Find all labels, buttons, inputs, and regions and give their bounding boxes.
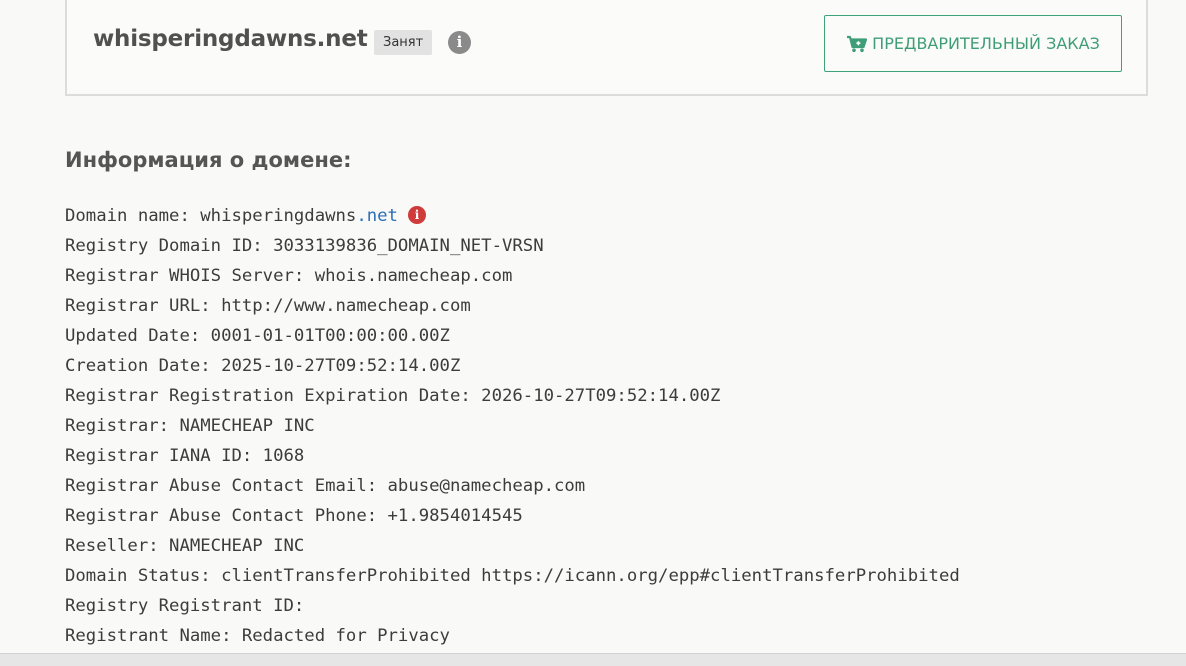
- preorder-button[interactable]: ПРЕДВАРИТЕЛЬНЫЙ ЗАКАЗ: [824, 15, 1122, 72]
- whois-line: Registrar WHOIS Server: whois.namecheap.…: [65, 266, 513, 286]
- info-icon[interactable]: i: [407, 206, 426, 224]
- whois-line: Registrar Abuse Contact Email: abuse@nam…: [65, 476, 586, 496]
- info-icon[interactable]: i: [448, 31, 471, 54]
- domain-name-sld: whisperingdawns: [200, 206, 357, 226]
- status-badge: Занят: [374, 30, 433, 55]
- whois-record: Domain name: whisperingdawns.net i Regist…: [65, 201, 960, 651]
- whois-line: Registrant Name: Redacted for Privacy: [65, 626, 450, 646]
- whois-line: Registrar Registration Expiration Date: …: [65, 386, 721, 406]
- preorder-button-label: ПРЕДВАРИТЕЛЬНЫЙ ЗАКАЗ: [872, 34, 1100, 53]
- domain-title: whisperingdawns.net: [93, 26, 368, 52]
- whois-line: Registrar Abuse Contact Phone: +1.985401…: [65, 506, 523, 526]
- whois-line: Registrar URL: http://www.namecheap.com: [65, 296, 471, 316]
- whois-line: Creation Date: 2025-10-27T09:52:14.00Z: [65, 356, 461, 376]
- cart-plus-icon: [847, 35, 868, 52]
- whois-line: Updated Date: 0001-01-01T00:00:00.00Z: [65, 326, 450, 346]
- domain-tld-link[interactable]: .net: [356, 206, 398, 226]
- whois-line: Reseller: NAMECHEAP INC: [65, 536, 305, 556]
- whois-line: Registry Domain ID: 3033139836_DOMAIN_NE…: [65, 236, 544, 256]
- whois-line: Registry Registrant ID:: [65, 596, 315, 616]
- domain-card: whisperingdawns.net Занят i ПРЕДВАРИТЕЛЬ…: [65, 0, 1148, 96]
- whois-line: Domain Status: clientTransferProhibited …: [65, 566, 960, 586]
- whois-line: Registrar IANA ID: 1068: [65, 446, 305, 466]
- domain-info-title: Информация о домене:: [65, 148, 352, 172]
- whois-line-domain-name: Domain name: whisperingdawns.net i: [65, 201, 960, 231]
- domain-name-label: Domain name:: [65, 206, 201, 226]
- whois-line: Registrar: NAMECHEAP INC: [65, 416, 315, 436]
- horizontal-scrollbar[interactable]: [0, 653, 1186, 666]
